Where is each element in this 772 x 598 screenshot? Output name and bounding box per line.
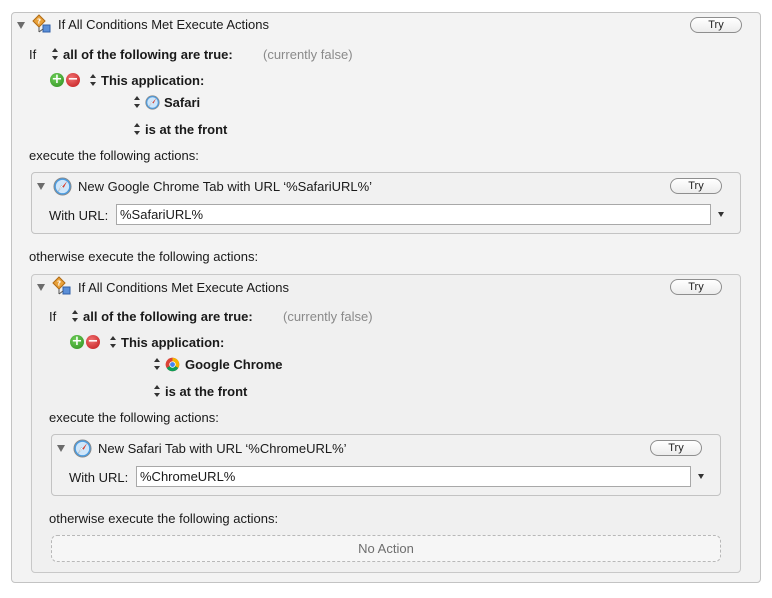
inner-then-try-button[interactable]: Try <box>650 440 702 456</box>
inner-then-disclosure-triangle[interactable] <box>57 445 65 452</box>
inner-no-action-placeholder[interactable]: No Action <box>51 535 721 562</box>
inner-app-state-select[interactable]: is at the front <box>165 384 247 399</box>
outer-disclosure-triangle[interactable] <box>17 22 25 29</box>
svg-text:?: ? <box>57 280 61 288</box>
outer-app-stepper[interactable] <box>134 96 141 108</box>
inner-remove-condition-button[interactable]: − <box>86 335 100 349</box>
inner-condition-mode-stepper[interactable] <box>72 310 79 322</box>
inner-disclosure-triangle[interactable] <box>37 284 45 291</box>
inner-app-state-stepper[interactable] <box>154 385 161 397</box>
outer-then-try-button[interactable]: Try <box>670 178 722 194</box>
inner-try-button[interactable]: Try <box>670 279 722 295</box>
outer-then-action-title: New Google Chrome Tab with URL ‘%SafariU… <box>78 179 373 194</box>
outer-action-title: If All Conditions Met Execute Actions <box>58 17 269 32</box>
outer-app-state-stepper[interactable] <box>134 123 141 135</box>
outer-execute-label: execute the following actions: <box>29 148 199 163</box>
inner-app-stepper[interactable] <box>154 358 161 370</box>
inner-app-select[interactable]: Google Chrome <box>185 357 283 372</box>
inner-then-url-field[interactable] <box>136 466 691 487</box>
outer-then-url-label: With URL: <box>49 208 109 223</box>
outer-remove-condition-button[interactable]: − <box>66 73 80 87</box>
outer-if-label: If <box>29 47 37 62</box>
outer-try-button[interactable]: Try <box>690 17 742 33</box>
google-chrome-icon <box>165 357 180 372</box>
inner-action-title: If All Conditions Met Execute Actions <box>78 280 289 295</box>
inner-condition-type-select[interactable]: This application: <box>121 335 224 350</box>
outer-then-url-field[interactable] <box>116 204 711 225</box>
outer-condition-mode-select[interactable]: all of the following are true: <box>63 47 233 62</box>
inner-otherwise-label: otherwise execute the following actions: <box>49 511 279 526</box>
outer-app-select[interactable]: Safari <box>164 95 200 110</box>
inner-then-url-menu-arrow[interactable] <box>698 474 704 479</box>
safari-compass-icon <box>145 95 160 110</box>
inner-if-label: If <box>49 309 57 324</box>
if-then-else-icon: ? <box>32 14 51 33</box>
inner-execute-label: execute the following actions: <box>49 410 219 425</box>
outer-app-state-select[interactable]: is at the front <box>145 122 227 137</box>
inner-condition-mode-select[interactable]: all of the following are true: <box>83 309 253 324</box>
outer-condition-state: (currently false) <box>263 47 353 62</box>
if-then-else-icon: ? <box>52 276 71 295</box>
inner-add-condition-button[interactable]: + <box>70 335 84 349</box>
svg-text:?: ? <box>37 18 41 26</box>
outer-condition-type-stepper[interactable] <box>90 74 97 86</box>
outer-then-url-menu-arrow[interactable] <box>718 212 724 217</box>
outer-add-condition-button[interactable]: + <box>50 73 64 87</box>
inner-condition-type-stepper[interactable] <box>110 336 117 348</box>
outer-condition-mode-stepper[interactable] <box>52 48 59 60</box>
outer-otherwise-label: otherwise execute the following actions: <box>29 249 259 264</box>
inner-condition-state: (currently false) <box>283 309 373 324</box>
inner-then-url-label: With URL: <box>69 470 129 485</box>
safari-compass-icon <box>53 177 72 196</box>
outer-condition-type-select[interactable]: This application: <box>101 73 204 88</box>
inner-then-action-title: New Safari Tab with URL ‘%ChromeURL%’ <box>98 441 347 456</box>
outer-then-disclosure-triangle[interactable] <box>37 183 45 190</box>
safari-compass-icon <box>73 439 92 458</box>
